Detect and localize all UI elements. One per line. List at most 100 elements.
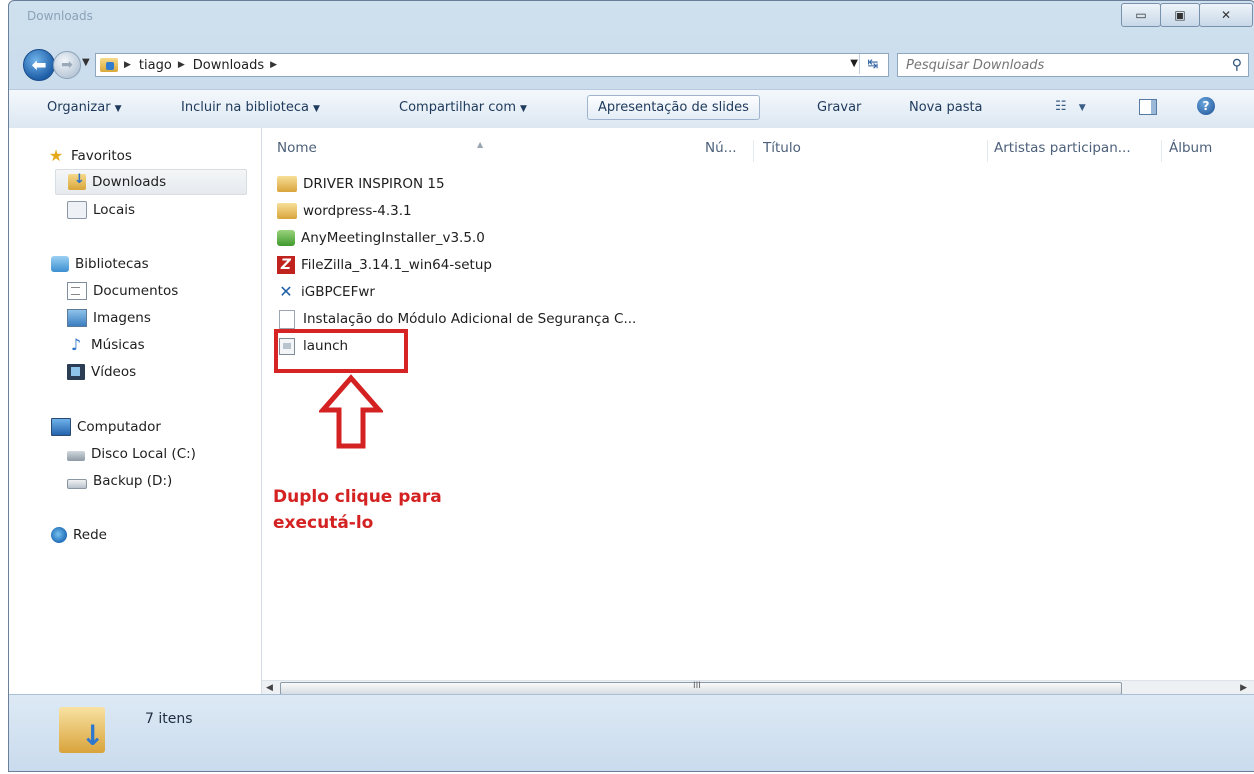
column-divider[interactable]	[753, 140, 754, 162]
column-divider[interactable]	[1161, 140, 1162, 162]
sidebar-item-label: Rede	[73, 527, 107, 543]
sidebar-item-disk-d[interactable]: Backup (D:)	[67, 469, 172, 493]
new-folder-button[interactable]: Nova pasta	[909, 100, 983, 115]
sidebar-item-label: Locais	[93, 202, 136, 218]
search-box[interactable]: ⚲	[897, 53, 1249, 77]
explorer-window: Downloads ▭ ▣ ✕ ⬅ ➡ ▼ ▶ tiago ▶ Download…	[8, 0, 1254, 772]
refresh-icon[interactable]: ↹	[859, 54, 886, 74]
include-library-button[interactable]: Incluir na biblioteca ▼	[181, 100, 320, 115]
details-pane: 7 itens	[9, 694, 1254, 771]
sidebar-item-label: Vídeos	[91, 364, 137, 380]
sidebar-item-label: Disco Local (C:)	[91, 446, 196, 462]
sidebar-item-label: Downloads	[92, 174, 167, 190]
back-button[interactable]: ⬅	[23, 49, 55, 81]
column-name[interactable]: Nome	[277, 140, 317, 156]
help-icon[interactable]: ?	[1197, 97, 1215, 115]
list-item[interactable]: AnyMeetingInstaller_v3.5.0	[277, 226, 485, 250]
change-view-button[interactable]: ☷ ▼	[1055, 99, 1086, 114]
column-number[interactable]: Nú...	[705, 140, 737, 156]
column-divider[interactable]	[987, 140, 988, 162]
scroll-left-icon[interactable]: ◀	[266, 681, 273, 695]
sidebar-item-label: Imagens	[93, 310, 151, 326]
video-icon	[67, 364, 85, 380]
sidebar-item-label: Documentos	[93, 283, 179, 299]
places-icon	[67, 201, 87, 219]
preview-pane-icon[interactable]	[1139, 99, 1157, 115]
main-area: ★Favoritos Downloads Locais Bibliotecas …	[9, 128, 1254, 695]
include-library-label: Incluir na biblioteca	[181, 100, 310, 115]
breadcrumb-chevron-icon[interactable]: ▶	[270, 60, 277, 70]
burn-button[interactable]: Gravar	[817, 100, 861, 115]
sidebar-item-downloads[interactable]: Downloads	[55, 169, 247, 195]
breadcrumb-downloads[interactable]: Downloads	[193, 58, 264, 73]
sidebar-item-documents[interactable]: Documentos	[67, 279, 178, 303]
file-name: wordpress-4.3.1	[303, 203, 412, 219]
sidebar-item-favorites[interactable]: ★ Favoritos	[47, 144, 132, 168]
sidebar-item-music[interactable]: ♪ Músicas	[67, 333, 145, 357]
breadcrumb-chevron-icon[interactable]: ▶	[124, 60, 131, 70]
network-icon	[51, 527, 67, 543]
list-item[interactable]: Z FileZilla_3.14.1_win64-setup	[277, 253, 492, 277]
libraries-icon	[51, 256, 69, 272]
recent-pages-dropdown[interactable]: ▼	[82, 57, 90, 68]
list-item[interactable]: wordpress-4.3.1	[277, 199, 412, 223]
sidebar-item-label: Backup (D:)	[93, 473, 173, 489]
document-icon	[67, 282, 87, 300]
list-item[interactable]: ✕ iGBPCEFwr	[277, 280, 375, 304]
music-icon: ♪	[70, 335, 82, 354]
column-artists[interactable]: Artistas participan...	[994, 140, 1131, 156]
sidebar-item-images[interactable]: Imagens	[67, 306, 151, 330]
forward-arrow-icon: ➡	[61, 57, 73, 73]
address-bar[interactable]: ▶ tiago ▶ Downloads ▶ ▼ ↹	[95, 53, 889, 77]
installer-icon	[277, 230, 295, 246]
breadcrumb-chevron-icon[interactable]: ▶	[178, 60, 185, 70]
filezilla-icon: Z	[277, 256, 295, 274]
sidebar-item-computer[interactable]: Computador	[51, 415, 161, 439]
list-item[interactable]: Instalação do Módulo Adicional de Segura…	[277, 307, 636, 331]
sidebar-item-videos[interactable]: Vídeos	[67, 360, 136, 384]
highlight-box	[274, 329, 408, 373]
sidebar-item-network[interactable]: Rede	[51, 523, 107, 547]
item-count: 7 itens	[145, 711, 193, 727]
window-title: Downloads	[27, 9, 93, 23]
sidebar-item-libraries[interactable]: Bibliotecas	[51, 252, 149, 276]
column-title[interactable]: Título	[763, 140, 801, 156]
title-bar: Downloads ▭ ▣ ✕	[9, 1, 1254, 41]
file-name: iGBPCEFwr	[301, 284, 375, 300]
navigation-row: ⬅ ➡ ▼ ▶ tiago ▶ Downloads ▶ ▼ ↹ ⚲	[9, 45, 1254, 81]
maximize-button[interactable]: ▣	[1160, 3, 1200, 27]
search-icon[interactable]: ⚲	[1232, 57, 1242, 73]
sidebar-item-label: Favoritos	[71, 148, 132, 164]
close-button[interactable]: ✕	[1199, 3, 1253, 27]
horizontal-scrollbar[interactable]: ◀ III ▶	[262, 680, 1254, 695]
image-icon	[67, 309, 87, 327]
column-album[interactable]: Álbum	[1169, 140, 1212, 156]
folder-icon	[277, 203, 297, 219]
sidebar-item-disk-c[interactable]: Disco Local (C:)	[67, 442, 196, 466]
slideshow-button[interactable]: Apresentação de slides	[587, 95, 760, 120]
share-with-button[interactable]: Compartilhar com ▼	[399, 100, 527, 115]
x-app-icon: ✕	[279, 282, 293, 301]
file-name: AnyMeetingInstaller_v3.5.0	[301, 230, 485, 246]
scroll-right-icon[interactable]: ▶	[1240, 681, 1247, 695]
breadcrumb-tiago[interactable]: tiago	[139, 58, 172, 73]
hard-disk-icon	[67, 451, 85, 461]
sidebar-item-places[interactable]: Locais	[67, 198, 135, 222]
instruction-line-2: executá-lo	[273, 513, 374, 533]
window-controls: ▭ ▣ ✕	[1121, 3, 1253, 27]
list-item[interactable]: DRIVER INSPIRON 15	[277, 172, 445, 196]
organize-label: Organizar	[47, 100, 111, 115]
file-name: FileZilla_3.14.1_win64-setup	[301, 257, 492, 273]
search-input[interactable]	[904, 56, 1208, 74]
sidebar-item-label: Computador	[77, 419, 161, 435]
up-arrow-icon	[319, 374, 383, 449]
instruction-line-1: Duplo clique para	[273, 487, 442, 507]
star-icon: ★	[48, 146, 64, 165]
blank-file-icon	[279, 309, 295, 329]
forward-button[interactable]: ➡	[53, 51, 81, 79]
organize-button[interactable]: Organizar ▼	[47, 100, 121, 115]
address-dropdown-icon[interactable]: ▼	[850, 58, 858, 69]
minimize-button[interactable]: ▭	[1121, 3, 1161, 27]
instruction-note: Duplo clique para executá-lo	[273, 484, 442, 536]
sort-up-icon: ▲	[477, 140, 484, 149]
